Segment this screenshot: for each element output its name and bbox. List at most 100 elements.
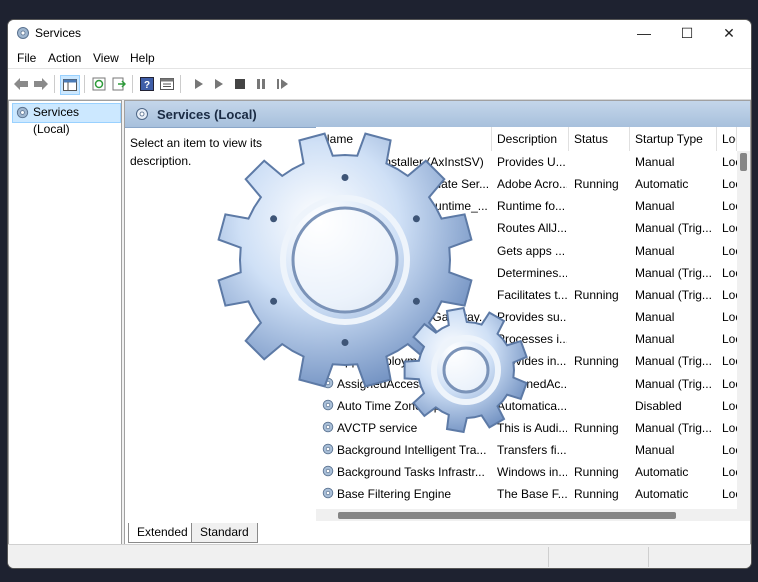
service-status: Running (574, 465, 619, 480)
service-log-on-as: Loc (722, 442, 737, 457)
tree-item-services-local[interactable]: Services (Local) (12, 103, 121, 136)
service-description: Windows in... (497, 465, 567, 480)
services-gear-icon (16, 106, 29, 119)
service-description: Determines... (497, 265, 567, 280)
service-log-on-as: Loc (722, 487, 737, 502)
window-title: Services (35, 26, 82, 40)
services-gear-icon (17, 27, 29, 39)
service-startup-type: Manual (Trig... (635, 420, 712, 435)
service-description: The Base F... (497, 487, 567, 502)
service-status (574, 195, 629, 217)
show-hide-console-tree-icon[interactable] (60, 75, 80, 95)
service-description: Runtime fo... (497, 199, 566, 214)
tab-extended[interactable]: Extended (128, 523, 197, 543)
view-tabs: Extended Standard (124, 523, 751, 543)
service-name: Background Tasks Infrastr... (337, 465, 485, 480)
service-status (574, 217, 629, 239)
table-row[interactable]: Background Tasks Infrastr... Windows in..… (316, 461, 737, 483)
stop-service-icon[interactable] (231, 75, 249, 93)
service-startup-type: Manual (635, 332, 675, 347)
tab-standard[interactable]: Standard (191, 523, 258, 543)
service-startup-type: Disabled (635, 398, 682, 413)
table-row[interactable]: Background Intelligent Tra... Transfers f… (316, 439, 737, 461)
service-gear-icon (322, 421, 334, 433)
small-gear-icon (403, 306, 528, 434)
service-log-on-as: Loc (722, 243, 737, 258)
service-startup-type: Manual (Trig... (635, 287, 712, 302)
horizontal-scroll-thumb[interactable] (338, 512, 676, 519)
pane-title: Services (Local) (157, 107, 257, 122)
minimize-button[interactable]: — (623, 20, 665, 46)
service-startup-type: Manual (Trig... (635, 221, 712, 236)
service-log-on-as: Loc (722, 420, 737, 435)
service-gear-icon (322, 443, 334, 455)
service-log-on-as: Loc (722, 398, 737, 413)
service-log-on-as: Loc (722, 354, 737, 369)
export-list-icon[interactable] (110, 75, 128, 93)
service-gear-icon (322, 465, 334, 477)
properties-icon[interactable] (158, 75, 176, 93)
column-header-status[interactable]: Status (569, 127, 630, 151)
service-name: Base Filtering Engine (337, 487, 452, 502)
service-startup-type: Manual (Trig... (635, 376, 712, 391)
service-status (574, 328, 629, 350)
title-bar: Services — ☐ ✕ (8, 20, 751, 46)
menu-help[interactable]: Help (130, 51, 155, 65)
help-icon[interactable]: ? (138, 75, 156, 93)
service-log-on-as: Loc (722, 287, 737, 302)
horizontal-scrollbar[interactable] (316, 509, 750, 521)
service-status: Running (574, 420, 619, 435)
toolbar: ? (8, 68, 751, 100)
maximize-button[interactable]: ☐ (666, 20, 708, 46)
service-log-on-as: Loc (722, 221, 737, 236)
service-log-on-as: Loc (722, 199, 737, 214)
service-status (574, 395, 629, 417)
column-header-startup-type[interactable]: Startup Type (630, 127, 717, 151)
service-description: Gets apps ... (497, 243, 566, 258)
service-log-on-as: Loc (722, 310, 737, 325)
column-header-description[interactable]: Description (492, 127, 569, 151)
pause-service-icon[interactable] (252, 75, 270, 93)
service-log-on-as: Loc (722, 155, 737, 169)
vertical-scrollbar[interactable] (737, 151, 750, 509)
service-status: Running (574, 177, 619, 192)
service-log-on-as: Loc (722, 376, 737, 391)
service-status (574, 306, 629, 328)
service-startup-type: Automatic (635, 465, 689, 480)
service-log-on-as: Loc (722, 177, 737, 192)
service-description: Transfers fi... (497, 442, 567, 457)
restart-service-icon[interactable] (274, 75, 292, 93)
service-startup-type: Manual (635, 243, 675, 258)
service-status: Running (574, 354, 619, 369)
start-service-alt-icon[interactable] (210, 75, 228, 93)
service-status (574, 439, 629, 461)
menu-action[interactable]: Action (48, 51, 81, 65)
service-description: Routes AllJ... (497, 221, 567, 236)
service-description: Adobe Acro... (497, 177, 567, 192)
table-row[interactable]: Base Filtering Engine The Base F... Runnin… (316, 483, 737, 505)
start-service-icon[interactable] (190, 75, 208, 93)
forward-arrow-icon[interactable] (32, 75, 50, 93)
service-startup-type: Manual (635, 310, 675, 325)
services-gear-icon (136, 108, 148, 120)
console-tree: Services (Local) (8, 100, 122, 545)
service-startup-type: Manual (635, 155, 675, 169)
svg-text:?: ? (144, 80, 150, 91)
close-button[interactable]: ✕ (708, 20, 750, 46)
service-startup-type: Automatic (635, 487, 689, 502)
menu-view[interactable]: View (93, 51, 119, 65)
service-log-on-as: Loc (722, 465, 737, 480)
service-startup-type: Manual (635, 442, 675, 457)
column-header-log-on-as[interactable]: Log (717, 127, 737, 151)
service-startup-type: Manual (Trig... (635, 354, 712, 369)
refresh-icon[interactable] (90, 75, 108, 93)
service-status: Running (574, 287, 619, 302)
pane-header: Services (Local) (125, 101, 750, 128)
vertical-scroll-thumb[interactable] (740, 153, 747, 171)
service-status (574, 262, 629, 284)
menu-file[interactable]: File (17, 51, 36, 65)
service-description: Provides U... (497, 155, 566, 169)
menu-bar: File Action View Help (8, 46, 751, 68)
back-arrow-icon[interactable] (12, 75, 30, 93)
status-bar (8, 544, 751, 568)
